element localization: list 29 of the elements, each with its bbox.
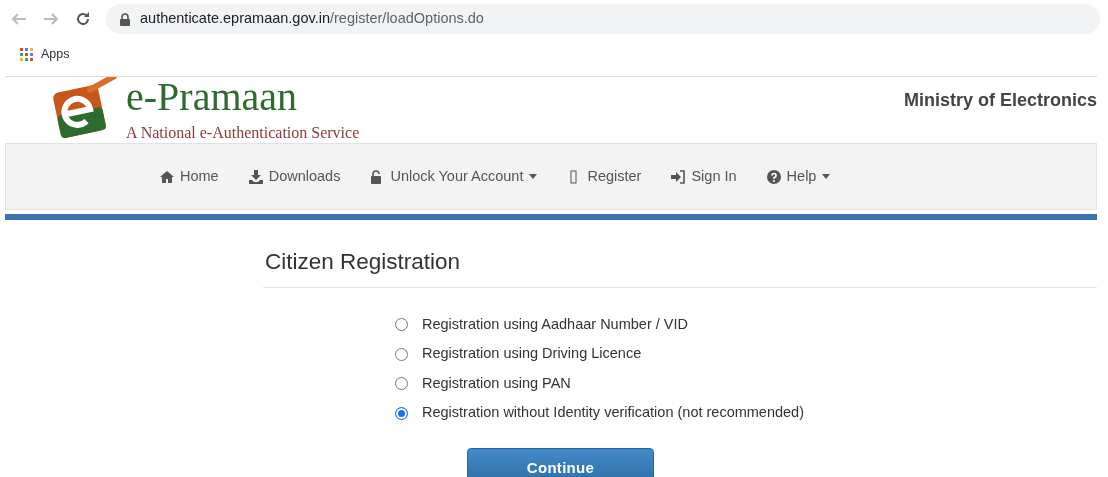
option-label[interactable]: Registration using Aadhaar Number / VID — [422, 313, 688, 336]
nav-link[interactable]: Sign In — [657, 144, 753, 209]
option-label[interactable]: Registration using Driving Licence — [422, 343, 642, 366]
site-subtitle: A National e-Authentication Service — [126, 123, 360, 143]
url-text: authenticate.epramaan.gov.in/register/loadOptions.do — [140, 9, 484, 29]
page-heading: Citizen Registration — [265, 248, 462, 275]
help-icon — [766, 169, 781, 184]
ministry-name: Ministry of Electronics — [903, 89, 1097, 112]
lock-icon — [120, 12, 130, 26]
nav-link[interactable]: Unlock Your Account — [356, 144, 554, 209]
option-label[interactable]: Registration using PAN — [422, 372, 571, 395]
radio-button[interactable] — [395, 377, 408, 391]
reload-icon[interactable] — [74, 10, 92, 28]
sign-in-icon — [671, 169, 686, 184]
bookmark-link[interactable]: Apps — [41, 44, 70, 64]
nav-link[interactable]: Downloads — [234, 144, 357, 209]
option-label[interactable]: Registration without Identity verification (not recommended) — [422, 402, 804, 425]
site-title: e-Pramaan — [126, 77, 298, 117]
apps-icon[interactable] — [20, 47, 33, 61]
continue-button[interactable]: Continue — [467, 448, 654, 477]
nav-link[interactable]: Register — [553, 144, 658, 209]
home-icon — [160, 169, 174, 184]
nav-link[interactable]: Home — [146, 144, 235, 209]
address-bar[interactable]: authenticate.epramaan.gov.in/register/loadOptions.do — [106, 4, 1100, 34]
radio-button[interactable] — [395, 318, 408, 332]
download-icon — [248, 169, 263, 184]
radio-button[interactable] — [395, 347, 408, 361]
nav-link[interactable]: Help — [752, 144, 847, 209]
radio-button[interactable] — [395, 406, 408, 420]
